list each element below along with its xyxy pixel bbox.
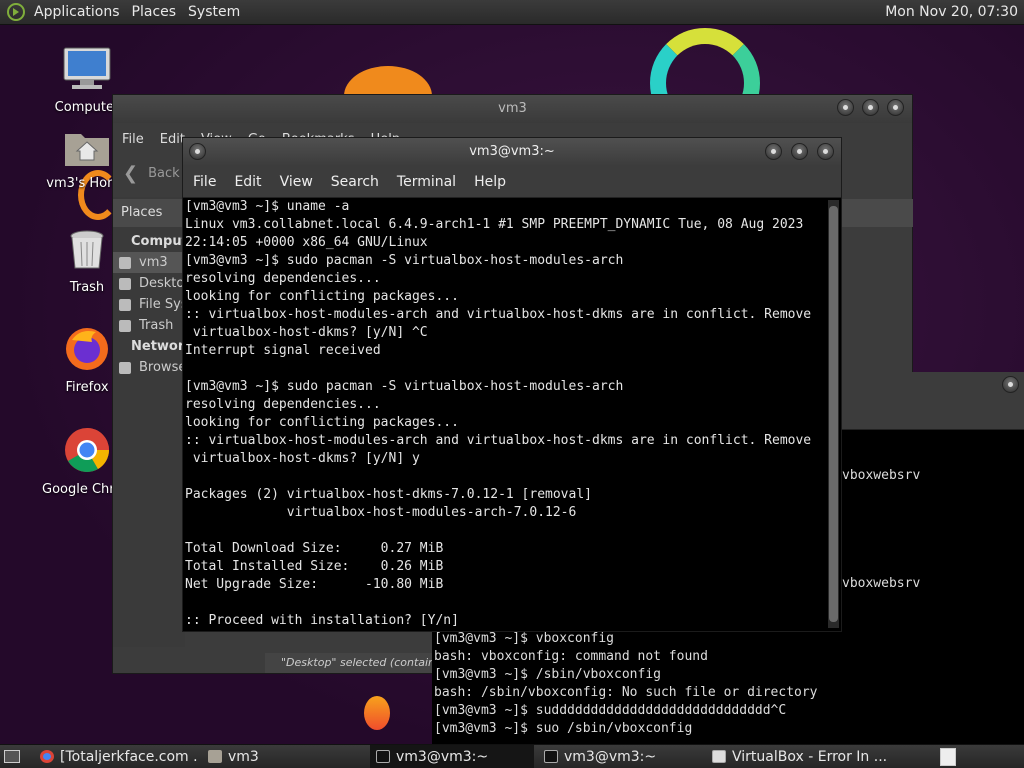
network-icon (119, 362, 131, 374)
terminal-text: vboxwebsrv (842, 468, 921, 483)
trash-icon (70, 230, 104, 269)
distro-logo-icon[interactable] (7, 3, 25, 21)
panel-clock[interactable]: Mon Nov 20, 07:30 (885, 4, 1018, 20)
sidebar-item-browse-network[interactable]: Browse Network (113, 357, 185, 378)
folder-icon (208, 750, 222, 763)
home-icon (119, 257, 131, 269)
task-chrome[interactable]: [Totaljerkface.com ... (34, 745, 198, 768)
sidebar-item-trash[interactable]: Trash (113, 315, 185, 336)
menu-search[interactable]: Search (331, 174, 379, 190)
terminal-window-front[interactable]: vm3@vm3:~ File Edit View Search Terminal… (182, 137, 842, 632)
menu-applications[interactable]: Applications (34, 4, 120, 20)
top-panel: Applications Places System Mon Nov 20, 0… (0, 0, 1024, 25)
window-icon (712, 750, 726, 763)
wallpaper-small-dot (364, 696, 390, 730)
show-desktop-button[interactable] (0, 745, 30, 768)
sidebar-item-desktop[interactable]: Desktop (113, 273, 185, 294)
drive-icon (119, 299, 131, 311)
terminal-icon (544, 750, 558, 763)
workspace-icon (940, 748, 956, 766)
menu-help[interactable]: Help (474, 174, 506, 190)
task-terminal[interactable]: vm3@vm3:~ (538, 745, 702, 768)
home-folder-icon (65, 134, 109, 166)
desktop-icon (119, 278, 131, 290)
taskbar: [Totaljerkface.com ... vm3 vm3@vm3:~ vm3… (0, 744, 1024, 768)
close-button[interactable] (887, 99, 904, 116)
firefox-icon (66, 328, 108, 370)
sidebar-item-vm3[interactable]: vm3 (113, 252, 185, 273)
menu-terminal[interactable]: Terminal (397, 174, 456, 190)
task-terminal-active[interactable]: vm3@vm3:~ (370, 745, 534, 768)
maximize-button[interactable] (862, 99, 879, 116)
maximize-button[interactable] (791, 143, 808, 160)
task-file-manager[interactable]: vm3 (202, 745, 366, 768)
chrome-icon (40, 750, 54, 763)
back-arrow-icon: ❮ (123, 162, 139, 184)
back-button[interactable]: Back (148, 166, 180, 181)
computer-icon (63, 47, 111, 89)
window-title: vm3@vm3:~ (469, 144, 555, 159)
terminal-menubar: File Edit View Search Terminal Help (183, 166, 841, 198)
window-menu-button[interactable] (189, 143, 206, 160)
scrollbar-thumb[interactable] (829, 206, 838, 622)
terminal-text: vboxwebsrv (842, 576, 921, 591)
menu-places[interactable]: Places (132, 4, 177, 20)
terminal-scrollbar[interactable] (828, 200, 839, 628)
file-manager-titlebar[interactable]: vm3 (113, 95, 912, 123)
terminal-back-output[interactable]: [vm3@vm3 ~]$ vboxconfig bash: vboxconfig… (434, 630, 818, 738)
window-title: vm3 (498, 101, 527, 116)
minimize-button[interactable] (837, 99, 854, 116)
sidebar-heading-computer: Computer (131, 234, 204, 249)
menu-system[interactable]: System (188, 4, 240, 20)
task-virtualbox-error[interactable]: VirtualBox - Error In ... (706, 745, 906, 768)
minimize-button[interactable] (765, 143, 782, 160)
sidebar-heading-network: Network (131, 339, 193, 354)
chrome-icon (65, 428, 109, 472)
trash-icon (119, 320, 131, 332)
terminal-titlebar[interactable]: vm3@vm3:~ (183, 138, 841, 166)
terminal-output[interactable]: [vm3@vm3 ~]$ uname -a Linux vm3.collabne… (185, 198, 825, 630)
menu-edit[interactable]: Edit (234, 174, 261, 190)
close-button[interactable] (817, 143, 834, 160)
sidebar-item-file-system[interactable]: File System (113, 294, 185, 315)
sidebar-list: Computer vm3 Desktop File System Trash N… (113, 231, 204, 378)
terminal-icon (376, 750, 390, 763)
close-button[interactable] (1002, 376, 1019, 393)
menu-view[interactable]: View (280, 174, 313, 190)
show-desktop-icon (4, 750, 20, 763)
menu-file[interactable]: File (193, 174, 216, 190)
menu-file[interactable]: File (122, 132, 144, 147)
workspace-switcher[interactable] (934, 745, 964, 768)
places-label: Places (121, 205, 163, 220)
